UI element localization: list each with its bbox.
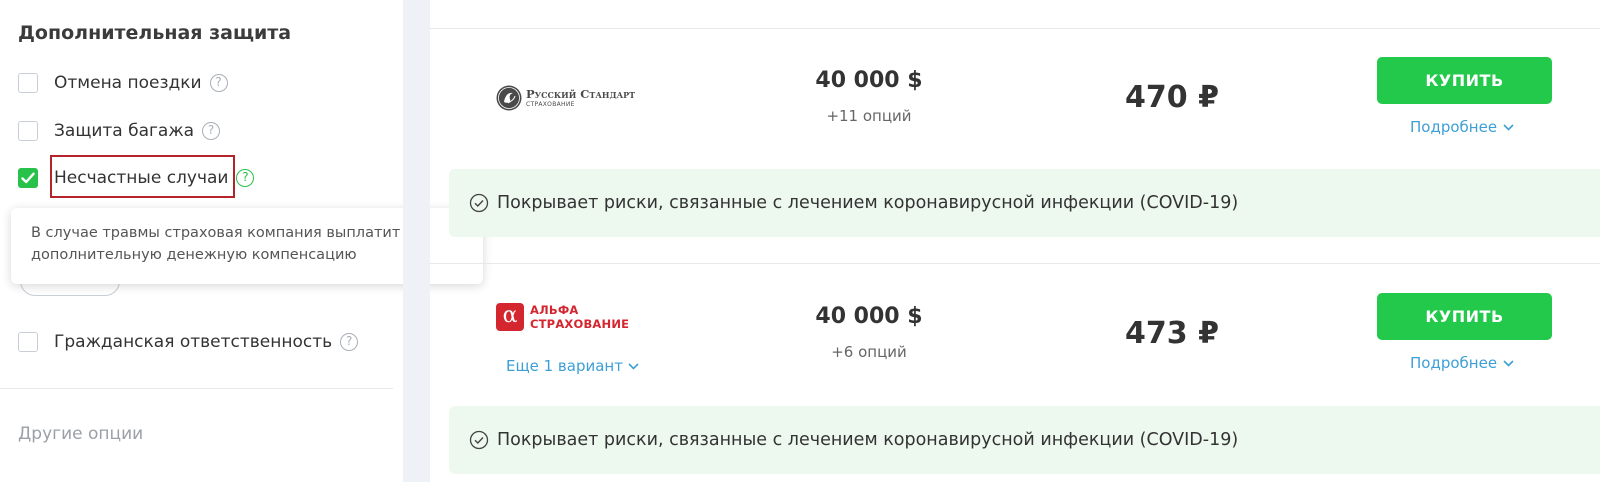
price: 470 ₽ bbox=[1125, 80, 1219, 115]
question-icon[interactable]: ? bbox=[340, 333, 359, 351]
option-baggage[interactable]: Защита багажа ? bbox=[18, 119, 221, 143]
question-icon[interactable]: ? bbox=[209, 74, 228, 92]
option-label: Отмена поездки bbox=[54, 73, 202, 93]
details-link-label: Подробнее bbox=[1410, 354, 1498, 372]
option-label: Защита багажа bbox=[54, 121, 195, 141]
more-variants-label: Еще 1 вариант bbox=[506, 357, 623, 375]
coverage-block: 40 000 $ +11 опций bbox=[799, 68, 939, 125]
column-separator bbox=[403, 0, 430, 482]
question-icon[interactable]: ? bbox=[202, 122, 221, 140]
more-variants-link[interactable]: Еще 1 вариант bbox=[506, 357, 639, 375]
check-circle-icon bbox=[469, 193, 489, 213]
company-logo-alfa: α АЛЬФА СТРАХОВАНИЕ bbox=[496, 303, 646, 333]
checkbox[interactable] bbox=[18, 73, 38, 93]
coverage-amount: 40 000 $ bbox=[815, 68, 923, 93]
logo-text-line2: СТРАХОВАНИЕ bbox=[526, 101, 575, 108]
section-title: Дополнительная защита bbox=[18, 22, 292, 44]
option-liability[interactable]: Гражданская ответственность ? bbox=[18, 330, 359, 354]
buy-button[interactable]: КУПИТЬ bbox=[1377, 293, 1552, 340]
buy-button[interactable]: КУПИТЬ bbox=[1377, 57, 1552, 104]
logo-text-line1: Русский Стандарт bbox=[526, 87, 636, 101]
check-circle-icon bbox=[469, 430, 489, 450]
logo-mark: α bbox=[496, 303, 524, 331]
chevron-down-icon bbox=[1503, 359, 1514, 367]
other-options-heading[interactable]: Другие опции bbox=[18, 424, 143, 444]
coverage-block: 40 000 $ +6 опций bbox=[799, 304, 939, 361]
covid-text: Покрывает риски, связанные с лечением ко… bbox=[497, 430, 1239, 450]
divider bbox=[430, 263, 1600, 264]
divider bbox=[430, 28, 1600, 29]
covid-text: Покрывает риски, связанные с лечением ко… bbox=[497, 193, 1239, 213]
company-logo-russian-standard: Русский Стандарт СТРАХОВАНИЕ bbox=[496, 84, 646, 116]
chevron-down-icon bbox=[1503, 123, 1514, 131]
checkbox[interactable] bbox=[18, 332, 38, 352]
option-label: Гражданская ответственность bbox=[54, 332, 333, 352]
annotation-highlight-box bbox=[50, 155, 235, 198]
details-link[interactable]: Подробнее bbox=[1410, 354, 1514, 372]
options-count[interactable]: +6 опций bbox=[799, 343, 939, 361]
price: 473 ₽ bbox=[1125, 316, 1219, 351]
filters-sidebar: Дополнительная защита Отмена поездки ? З… bbox=[0, 0, 483, 482]
logo-text-line1: АЛЬФА bbox=[530, 303, 579, 317]
covid-coverage-banner: Покрывает риски, связанные с лечением ко… bbox=[449, 406, 1600, 474]
details-link[interactable]: Подробнее bbox=[1410, 118, 1514, 136]
coverage-amount: 40 000 $ bbox=[815, 304, 923, 329]
logo-text-line2: СТРАХОВАНИЕ bbox=[530, 317, 630, 331]
option-trip-cancel[interactable]: Отмена поездки ? bbox=[18, 71, 228, 95]
options-count[interactable]: +11 опций bbox=[799, 107, 939, 125]
details-link-label: Подробнее bbox=[1410, 118, 1498, 136]
checkbox-checked[interactable] bbox=[18, 168, 38, 188]
checkmark-icon bbox=[21, 172, 35, 184]
divider bbox=[0, 388, 393, 389]
checkbox[interactable] bbox=[18, 121, 38, 141]
question-icon[interactable]: ? bbox=[236, 169, 255, 187]
covid-coverage-banner: Покрывает риски, связанные с лечением ко… bbox=[449, 169, 1600, 237]
tooltip-text: дополнительную денежную компенсацию bbox=[31, 247, 357, 263]
chevron-down-icon bbox=[628, 362, 639, 370]
tooltip-text: В случае травмы страховая компания выпла… bbox=[31, 225, 401, 241]
